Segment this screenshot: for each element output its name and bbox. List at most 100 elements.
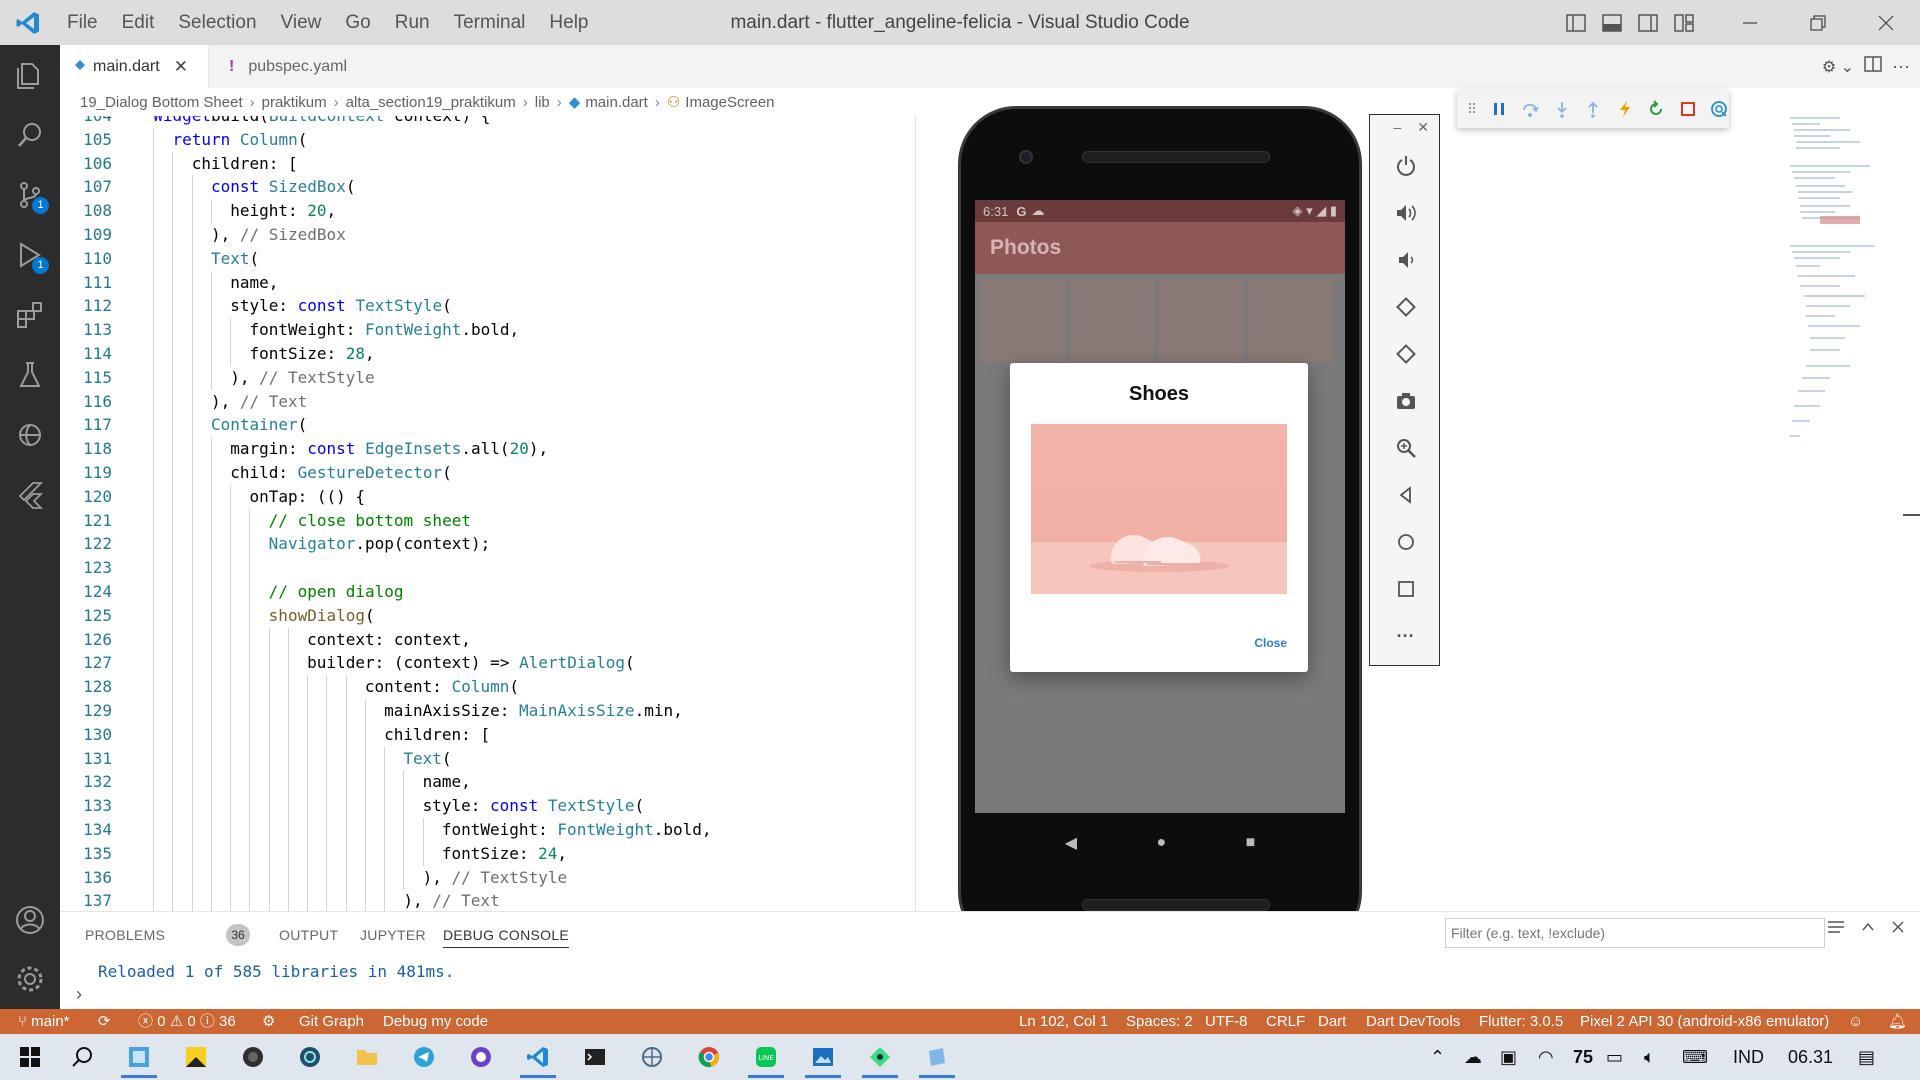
- code-line[interactable]: 119 child: GestureDetector(: [60, 461, 916, 485]
- zoom-icon[interactable]: [1370, 428, 1441, 468]
- line-endings[interactable]: CRLF: [1266, 1009, 1305, 1034]
- code-line[interactable]: 115), // TextStyle: [60, 365, 916, 390]
- code-line[interactable]: 120 onTap: (() {: [60, 484, 916, 509]
- dart-devtools-button[interactable]: Dart DevTools: [1366, 1009, 1460, 1034]
- code-line[interactable]: 132 name,: [60, 770, 916, 795]
- code-line[interactable]: 121 // close bottom sheet: [60, 508, 916, 533]
- tray-app-icon[interactable]: ▣: [1500, 1034, 1517, 1080]
- taskbar-line-icon[interactable]: LINE: [742, 1038, 790, 1078]
- breadcrumb-item[interactable]: alta_section19_praktikum: [346, 94, 516, 111]
- nav-home-icon[interactable]: ●: [1156, 834, 1166, 852]
- tab-pubspec-yaml[interactable]: ! pubspec.yaml: [208, 45, 368, 88]
- code-line[interactable]: 137), // Text: [60, 889, 916, 911]
- toggle-secondary-sidebar-icon[interactable]: [1630, 0, 1666, 45]
- tray-onedrive-icon[interactable]: ☁: [1464, 1034, 1482, 1080]
- drag-handle-icon[interactable]: ⠿: [1467, 101, 1477, 118]
- restart-icon[interactable]: [1647, 98, 1666, 120]
- accounts-icon[interactable]: [0, 890, 60, 950]
- code-line[interactable]: 117 Container(: [60, 413, 916, 438]
- photo-thumbnail[interactable]: [1248, 279, 1333, 362]
- action-center-icon[interactable]: ▤: [1858, 1034, 1875, 1080]
- tray-wifi-icon[interactable]: ◠: [1538, 1034, 1554, 1080]
- code-line[interactable]: 134 fontWeight: FontWeight.bold,: [60, 818, 916, 842]
- encoding[interactable]: UTF-8: [1205, 1009, 1248, 1034]
- taskbar-obs-icon[interactable]: [229, 1038, 277, 1076]
- flutter-version[interactable]: Flutter: 3.0.5: [1479, 1009, 1563, 1034]
- tray-volume-icon[interactable]: 🔈︎: [1644, 1034, 1655, 1080]
- menu-edit[interactable]: Edit: [110, 0, 167, 45]
- taskbar-emulator-app-icon[interactable]: [115, 1038, 163, 1078]
- tray-keyboard-icon[interactable]: ⌨: [1682, 1034, 1708, 1080]
- overview-icon[interactable]: [1370, 569, 1441, 609]
- open-devtools-icon[interactable]: [1710, 98, 1729, 120]
- split-editor-icon[interactable]: [1864, 56, 1882, 77]
- tray-temperature[interactable]: 75: [1573, 1034, 1593, 1080]
- code-line[interactable]: 106 children: [: [60, 151, 916, 176]
- tab-debug-console[interactable]: DEBUG CONSOLE: [443, 927, 570, 948]
- notifications-bell-icon[interactable]: 🔔︎: [1888, 1009, 1907, 1034]
- code-line[interactable]: 107 const SizedBox(: [60, 175, 916, 200]
- console-input-prompt[interactable]: ›: [76, 984, 82, 1005]
- nav-recents-icon[interactable]: ■: [1246, 834, 1256, 852]
- breadcrumb-item[interactable]: praktikum: [262, 94, 327, 111]
- feedback-icon[interactable]: ☺: [1848, 1009, 1863, 1034]
- windows-start-icon[interactable]: [6, 1038, 54, 1076]
- close-panel-icon[interactable]: [1891, 920, 1905, 939]
- tab-jupyter[interactable]: JUPYTER: [360, 927, 426, 943]
- code-line[interactable]: 112 style: const TextStyle(: [60, 294, 916, 319]
- breadcrumb-item[interactable]: main.dart: [585, 94, 648, 111]
- device-selector[interactable]: Pixel 2 API 30 (android-x86 emulator): [1580, 1009, 1829, 1034]
- maximize-panel-icon[interactable]: [1861, 920, 1875, 939]
- code-line[interactable]: 136), // TextStyle: [60, 865, 916, 890]
- code-line[interactable]: 114 fontSize: 28,: [60, 342, 916, 366]
- tray-clock[interactable]: 06.31: [1788, 1034, 1833, 1080]
- more-actions-icon[interactable]: ···: [1892, 56, 1910, 77]
- emulator-minimize-icon[interactable]: –: [1393, 119, 1401, 139]
- problems-status[interactable]: ⓧ 0 ⚠ 0 ⓘ 36: [138, 1009, 236, 1034]
- menu-view[interactable]: View: [269, 0, 334, 45]
- extensions-icon[interactable]: [0, 285, 60, 345]
- emulator-close-icon[interactable]: ✕: [1417, 119, 1429, 139]
- code-line[interactable]: 133 style: const TextStyle(: [60, 794, 916, 818]
- power-icon[interactable]: [1370, 146, 1441, 186]
- photo-thumbnail[interactable]: [1069, 279, 1154, 362]
- code-line[interactable]: 127 builder: (context) => AlertDialog(: [60, 651, 916, 676]
- code-line[interactable]: 122 Navigator.pop(context);: [60, 532, 916, 557]
- console-filter-input[interactable]: [1445, 918, 1825, 948]
- taskbar-network-tool-icon[interactable]: [628, 1038, 676, 1076]
- code-line[interactable]: 135 fontSize: 24,: [60, 841, 916, 866]
- debug-config-button[interactable]: Debug my code: [383, 1009, 488, 1034]
- close-window-icon[interactable]: [1852, 0, 1920, 45]
- menu-go[interactable]: Go: [333, 0, 382, 45]
- code-line[interactable]: 128 content: Column(: [60, 675, 916, 699]
- code-editor[interactable]: 104Widgetbuild(BuildContext context) { 10…: [60, 116, 916, 911]
- language-mode[interactable]: Dart: [1318, 1009, 1346, 1034]
- code-line[interactable]: 123: [60, 556, 916, 580]
- tab-problems[interactable]: PROBLEMS: [85, 927, 165, 943]
- toggle-panel-icon[interactable]: [1594, 0, 1630, 45]
- step-into-icon[interactable]: [1552, 98, 1571, 120]
- step-out-icon[interactable]: [1584, 98, 1603, 120]
- code-line[interactable]: 129 mainAxisSize: MainAxisSize.min,: [60, 699, 916, 723]
- code-line[interactable]: 116), // Text: [60, 389, 916, 414]
- indentation[interactable]: Spaces: 2: [1126, 1009, 1193, 1034]
- cursor-position[interactable]: Ln 102, Col 1: [1019, 1009, 1108, 1034]
- volume-up-icon[interactable]: [1370, 193, 1441, 233]
- stop-icon[interactable]: [1678, 98, 1697, 120]
- branch-status[interactable]: ⑂ main*: [18, 1009, 70, 1034]
- code-line[interactable]: 111 name,: [60, 270, 916, 295]
- code-line[interactable]: 109), // SizedBox: [60, 223, 916, 247]
- tray-overflow-icon[interactable]: ⌃: [1430, 1034, 1445, 1080]
- code-line[interactable]: 104 Widgetbuild(BuildContext context) {: [60, 116, 916, 128]
- run-debug-icon[interactable]: 1: [0, 225, 60, 285]
- pause-icon[interactable]: [1489, 98, 1508, 120]
- flutter-icon[interactable]: [0, 465, 60, 525]
- home-icon[interactable]: [1370, 522, 1441, 562]
- close-button[interactable]: Close: [1254, 636, 1287, 650]
- step-over-icon[interactable]: [1521, 98, 1540, 120]
- git-graph-button[interactable]: Git Graph: [299, 1009, 364, 1034]
- menu-selection[interactable]: Selection: [166, 0, 268, 45]
- minimize-icon[interactable]: [1716, 0, 1784, 45]
- code-line[interactable]: 108 height: 20,: [60, 199, 916, 223]
- breadcrumb-item[interactable]: lib: [535, 94, 550, 111]
